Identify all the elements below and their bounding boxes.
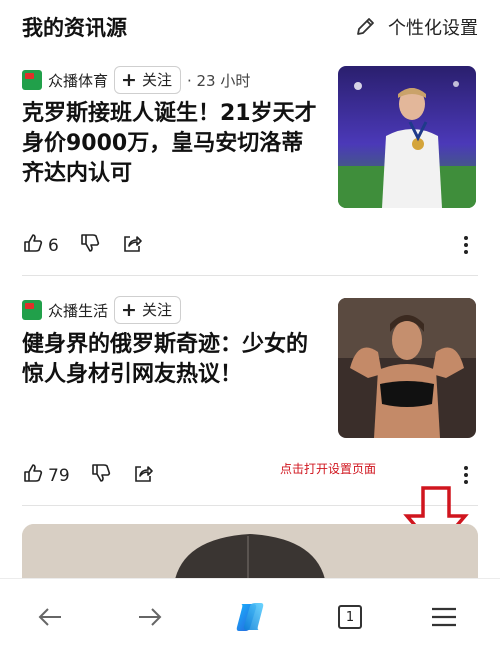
like-button[interactable]: 6: [22, 232, 59, 259]
share-button[interactable]: [121, 232, 143, 259]
action-row: 79: [22, 462, 174, 489]
personalize-settings-label: 个性化设置: [388, 18, 478, 39]
source-row: 众播体育 + 关注 · 23 小时: [22, 66, 250, 94]
back-icon: [38, 608, 61, 626]
personalize-settings-button[interactable]: 个性化设置: [354, 14, 478, 40]
like-count: 79: [48, 465, 70, 486]
more-options-button[interactable]: [462, 466, 470, 484]
tabs-button[interactable]: 1: [332, 599, 368, 635]
share-button[interactable]: [132, 462, 154, 489]
source-logo-icon: [22, 300, 42, 320]
plus-icon: +: [121, 68, 137, 91]
headline[interactable]: 健身界的俄罗斯奇迹：少女的惊人身材引网友热议！: [22, 330, 322, 390]
share-icon: [121, 232, 143, 259]
news-card[interactable]: 众播生活 + 关注 健身界的俄罗斯奇迹：少女的惊人身材引网友热议！ 79: [0, 276, 500, 506]
thumbs-down-icon: [90, 462, 112, 489]
source-name: 众播生活: [48, 301, 109, 320]
like-button[interactable]: 79: [22, 462, 70, 489]
more-options-button[interactable]: [462, 236, 470, 254]
share-icon: [132, 462, 154, 489]
like-count: 6: [48, 235, 59, 256]
tabs-icon: 1: [338, 605, 362, 629]
thumbnail-image[interactable]: [338, 66, 476, 208]
dislike-button[interactable]: [79, 232, 101, 259]
back-button[interactable]: [32, 599, 68, 635]
news-card[interactable]: 众播体育 + 关注 · 23 小时 克罗斯接班人诞生！21岁天才身价9000万，…: [0, 56, 500, 276]
follow-button[interactable]: + 关注: [114, 66, 181, 94]
thumbnail-image[interactable]: [338, 298, 476, 438]
headline[interactable]: 克罗斯接班人诞生！21岁天才身价9000万，皇马安切洛蒂齐达内认可: [22, 99, 322, 189]
source-name: 众播体育: [48, 71, 109, 90]
bottom-nav-bar: 1: [0, 578, 500, 652]
copilot-button[interactable]: [232, 599, 268, 635]
copilot-icon: [236, 603, 264, 631]
action-row: 6: [22, 232, 163, 259]
page-title: 我的资讯源: [22, 16, 127, 40]
follow-label: 关注: [141, 301, 172, 319]
forward-button[interactable]: [132, 599, 168, 635]
source-row: 众播生活 + 关注: [22, 296, 181, 324]
source-logo-icon: [22, 70, 42, 90]
menu-icon: [432, 607, 456, 627]
annotation-text: 点击打开设置页面: [280, 462, 377, 476]
follow-button[interactable]: + 关注: [114, 296, 181, 324]
dislike-button[interactable]: [90, 462, 112, 489]
plus-icon: +: [121, 298, 137, 321]
publish-time: · 23 小时: [186, 71, 251, 90]
follow-label: 关注: [141, 71, 172, 89]
news-card-image[interactable]: [22, 524, 478, 584]
thumbs-up-icon: [22, 462, 44, 489]
forward-icon: [139, 608, 162, 626]
thumbs-up-icon: [22, 232, 44, 259]
thumbs-down-icon: [79, 232, 101, 259]
pencil-icon: [354, 16, 376, 38]
menu-button[interactable]: [426, 599, 462, 635]
feed-header: 我的资讯源 个性化设置: [0, 0, 500, 56]
